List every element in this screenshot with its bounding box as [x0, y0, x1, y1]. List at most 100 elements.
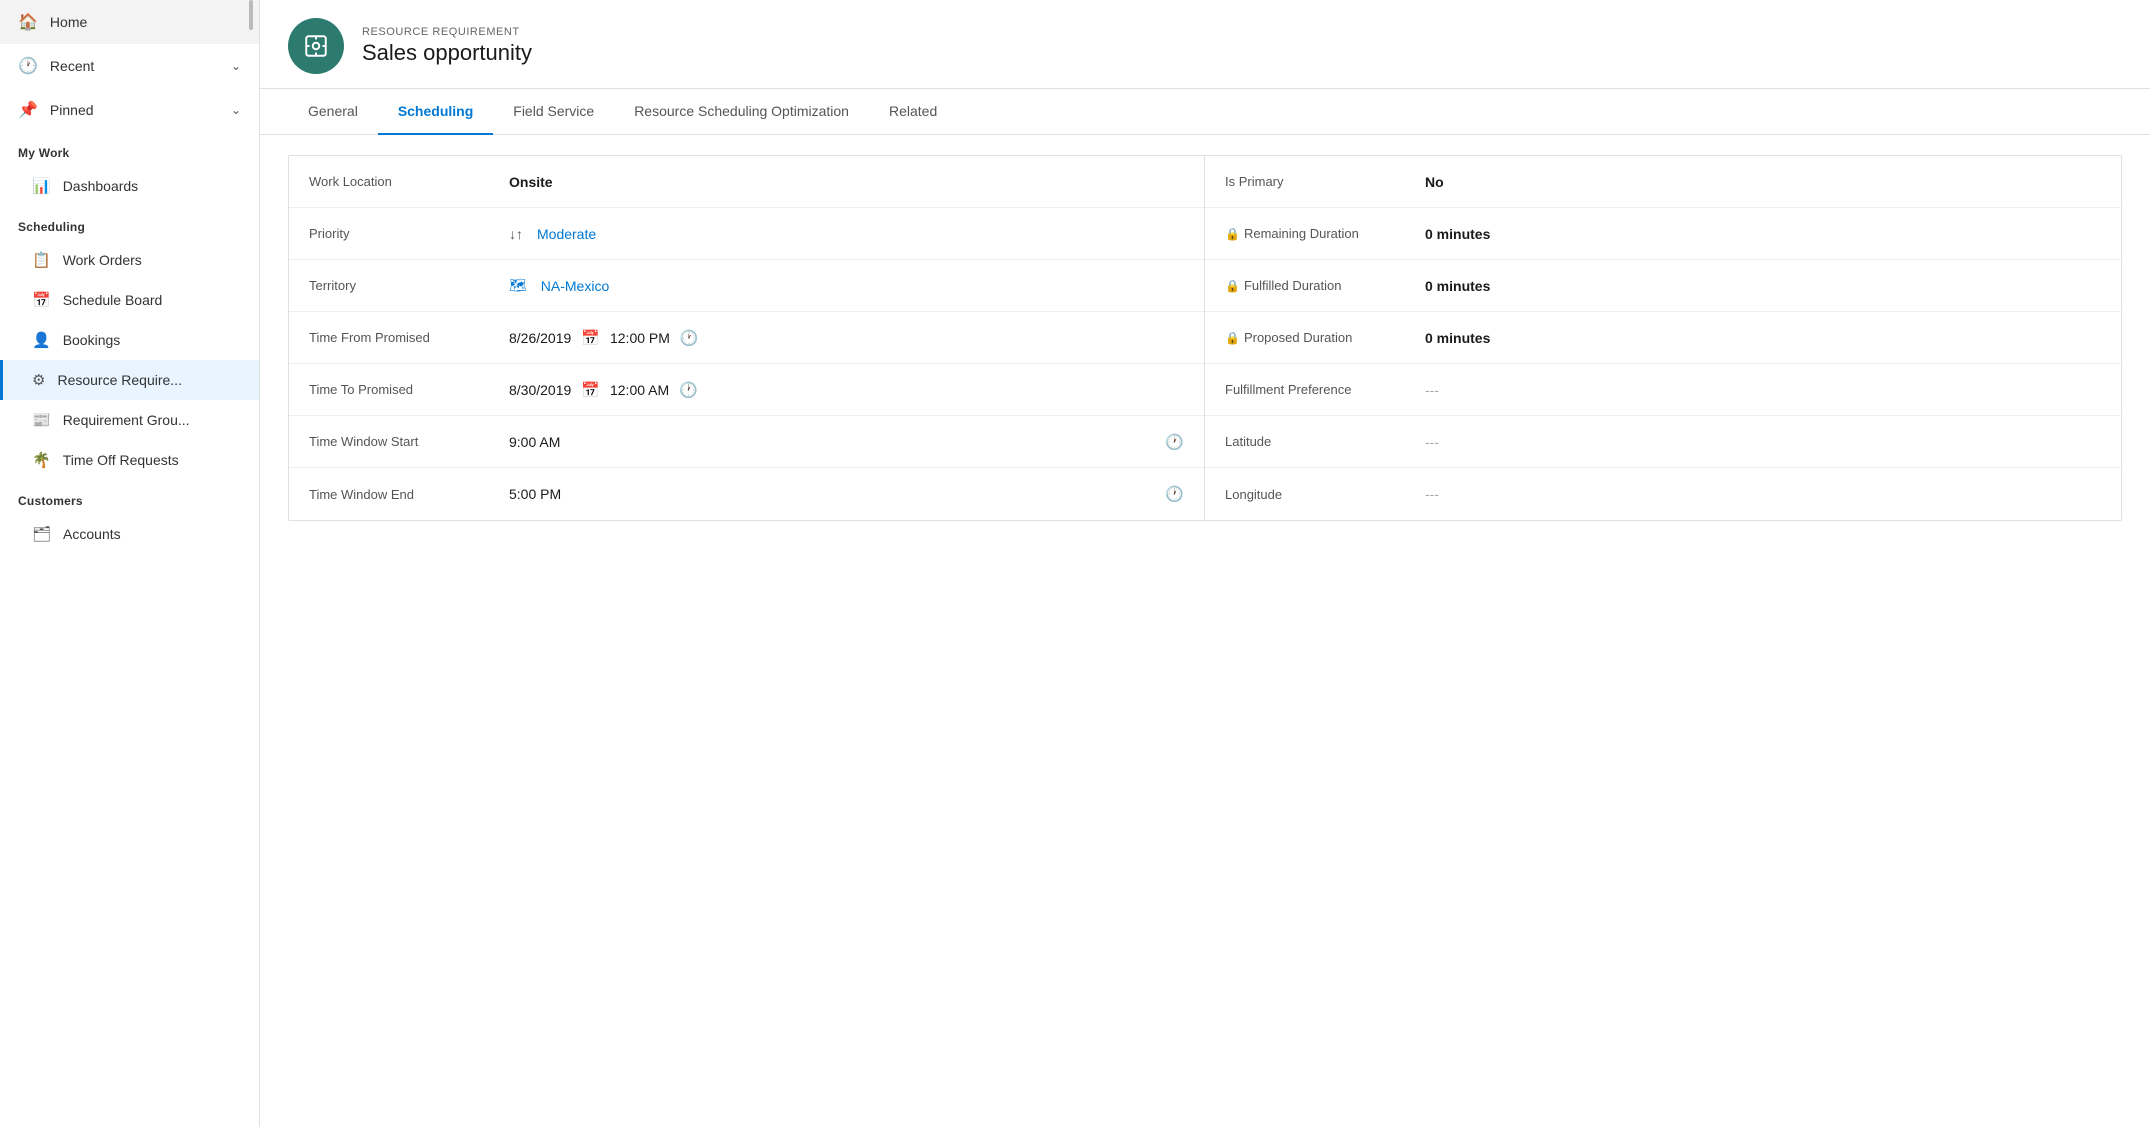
form-right: Is PrimaryNo 🔒Remaining Duration0 minute… [1205, 156, 2121, 520]
nav-item-home[interactable]: 🏠 Home [0, 0, 259, 44]
scroll-indicator [249, 0, 253, 30]
field-row-proposed-duration: 🔒Proposed Duration0 minutes [1205, 312, 2121, 364]
field-row-longitude: Longitude--- [1205, 468, 2121, 520]
lock-icon: 🔒 [1225, 279, 1240, 293]
time-value: 12:00 AM [610, 382, 669, 398]
sidebar-item-dashboards[interactable]: 📊 Dashboards [0, 166, 259, 206]
field-row-time-to-promised: Time To Promised 8/30/2019 📅 12:00 AM 🕐 [289, 364, 1204, 416]
field-row-territory: Territory 🗺NA-Mexico [289, 260, 1204, 312]
field-label-proposed-duration: 🔒Proposed Duration [1225, 330, 1425, 345]
field-label-latitude: Latitude [1225, 434, 1425, 449]
map-icon: 🗺 [509, 277, 527, 294]
recent-icon: 🕐 [18, 56, 38, 76]
field-row-time-window-end: Time Window End 5:00 PM 🕐 [289, 468, 1204, 520]
field-label-time-window-end: Time Window End [309, 487, 509, 502]
home-icon: 🏠 [18, 12, 38, 32]
form-area: Work Location Onsite Priority ↓↑Moderate T… [260, 135, 2150, 1127]
tab-general[interactable]: General [288, 89, 378, 135]
clock-icon[interactable]: 🕐 [1165, 485, 1184, 503]
field-row-is-primary: Is PrimaryNo [1205, 156, 2121, 208]
tab-scheduling[interactable]: Scheduling [378, 89, 493, 135]
clock-icon[interactable]: 🕐 [679, 381, 698, 399]
field-value-latitude: --- [1425, 434, 2101, 450]
sidebar-item-work-orders[interactable]: 📋 Work Orders [0, 240, 259, 280]
schedule-board-icon: 📅 [32, 291, 51, 309]
field-label-time-window-start: Time Window Start [309, 434, 509, 449]
date-value: 8/26/2019 [509, 330, 571, 346]
field-value-time-from-promised: 8/26/2019 📅 12:00 PM 🕐 [509, 329, 1184, 347]
sidebar-item-requirement-groups[interactable]: 📰 Requirement Grou... [0, 400, 259, 440]
sidebar-item-schedule-board[interactable]: 📅 Schedule Board [0, 280, 259, 320]
field-label-priority: Priority [309, 226, 509, 241]
nav-item-recent[interactable]: 🕐 Recent ⌄ [0, 44, 259, 88]
nav-label: Pinned [50, 102, 94, 118]
work-orders-icon: 📋 [32, 251, 51, 269]
field-value-fulfilled-duration: 0 minutes [1425, 278, 2101, 294]
calendar-icon[interactable]: 📅 [581, 329, 600, 347]
tab-related[interactable]: Related [869, 89, 957, 135]
sidebar-item-label: Requirement Grou... [63, 412, 190, 428]
field-row-time-from-promised: Time From Promised 8/26/2019 📅 12:00 PM … [289, 312, 1204, 364]
sidebar-item-accounts[interactable]: 🗂 Accounts [0, 514, 259, 554]
date-value: 8/30/2019 [509, 382, 571, 398]
record-title-block: RESOURCE REQUIREMENT Sales opportunity [362, 26, 532, 66]
field-label-remaining-duration: 🔒Remaining Duration [1225, 226, 1425, 241]
time-value: 12:00 PM [610, 330, 670, 346]
field-value-priority[interactable]: ↓↑Moderate [509, 226, 1184, 242]
sidebar-item-label: Schedule Board [63, 292, 163, 308]
main-content: RESOURCE REQUIREMENT Sales opportunity G… [260, 0, 2150, 1127]
sidebar-item-label: Dashboards [63, 178, 139, 194]
accounts-icon: 🗂 [32, 525, 51, 543]
field-value-remaining-duration: 0 minutes [1425, 226, 2101, 242]
form-section: Work Location Onsite Priority ↓↑Moderate T… [288, 155, 2122, 521]
clock-icon[interactable]: 🕐 [680, 329, 699, 347]
field-row-work-location: Work Location Onsite [289, 156, 1204, 208]
field-label-time-from-promised: Time From Promised [309, 330, 509, 345]
field-value-time-window-end: 5:00 PM 🕐 [509, 485, 1184, 503]
field-value-time-to-promised: 8/30/2019 📅 12:00 AM 🕐 [509, 381, 1184, 399]
field-value-territory[interactable]: 🗺NA-Mexico [509, 277, 1184, 294]
section-label-my-work: My Work [0, 132, 259, 166]
clock-icon[interactable]: 🕐 [1165, 433, 1184, 451]
tab-field-service[interactable]: Field Service [493, 89, 614, 135]
field-value-work-location: Onsite [509, 174, 1184, 190]
sort-icon: ↓↑ [509, 226, 523, 242]
sidebar-item-label: Resource Require... [57, 372, 182, 388]
field-row-latitude: Latitude--- [1205, 416, 2121, 468]
field-label-fulfillment-preference: Fulfillment Preference [1225, 382, 1425, 397]
time-off-requests-icon: 🌴 [32, 451, 51, 469]
tab-resource-scheduling-optimization[interactable]: Resource Scheduling Optimization [614, 89, 869, 135]
section-label-scheduling: Scheduling [0, 206, 259, 240]
nav-item-pinned[interactable]: 📌 Pinned ⌄ [0, 88, 259, 132]
sidebar-item-bookings[interactable]: 👤 Bookings [0, 320, 259, 360]
field-row-time-window-start: Time Window Start 9:00 AM 🕐 [289, 416, 1204, 468]
form-left: Work Location Onsite Priority ↓↑Moderate T… [289, 156, 1205, 520]
nav-label: Home [50, 14, 87, 30]
record-name: Sales opportunity [362, 40, 532, 66]
sidebar-item-label: Time Off Requests [63, 452, 179, 468]
lock-icon: 🔒 [1225, 227, 1240, 241]
sidebar-item-time-off-requests[interactable]: 🌴 Time Off Requests [0, 440, 259, 480]
chevron-icon: ⌄ [231, 103, 241, 117]
pinned-icon: 📌 [18, 100, 38, 120]
field-value-is-primary: No [1425, 174, 2101, 190]
record-header: RESOURCE REQUIREMENT Sales opportunity [260, 0, 2150, 89]
sidebar: 🏠 Home 🕐 Recent ⌄📌 Pinned ⌄ My Work📊 Das… [0, 0, 260, 1127]
resource-requirements-icon: ⚙ [32, 371, 45, 389]
record-type: RESOURCE REQUIREMENT [362, 26, 532, 38]
sidebar-item-resource-requirements[interactable]: ⚙ Resource Require... [0, 360, 259, 400]
field-value-longitude: --- [1425, 486, 2101, 502]
lock-icon: 🔒 [1225, 331, 1240, 345]
field-value-time-window-start: 9:00 AM 🕐 [509, 433, 1184, 451]
chevron-icon: ⌄ [231, 59, 241, 73]
field-value-fulfillment-preference: --- [1425, 382, 2101, 398]
section-label-customers: Customers [0, 480, 259, 514]
sidebar-item-label: Accounts [63, 526, 121, 542]
time-value: 9:00 AM [509, 434, 560, 450]
nav-label: Recent [50, 58, 94, 74]
tab-bar: GeneralSchedulingField ServiceResource S… [260, 89, 2150, 135]
field-label-fulfilled-duration: 🔒Fulfilled Duration [1225, 278, 1425, 293]
requirement-groups-icon: 📰 [32, 411, 51, 429]
calendar-icon[interactable]: 📅 [581, 381, 600, 399]
time-value: 5:00 PM [509, 486, 561, 502]
